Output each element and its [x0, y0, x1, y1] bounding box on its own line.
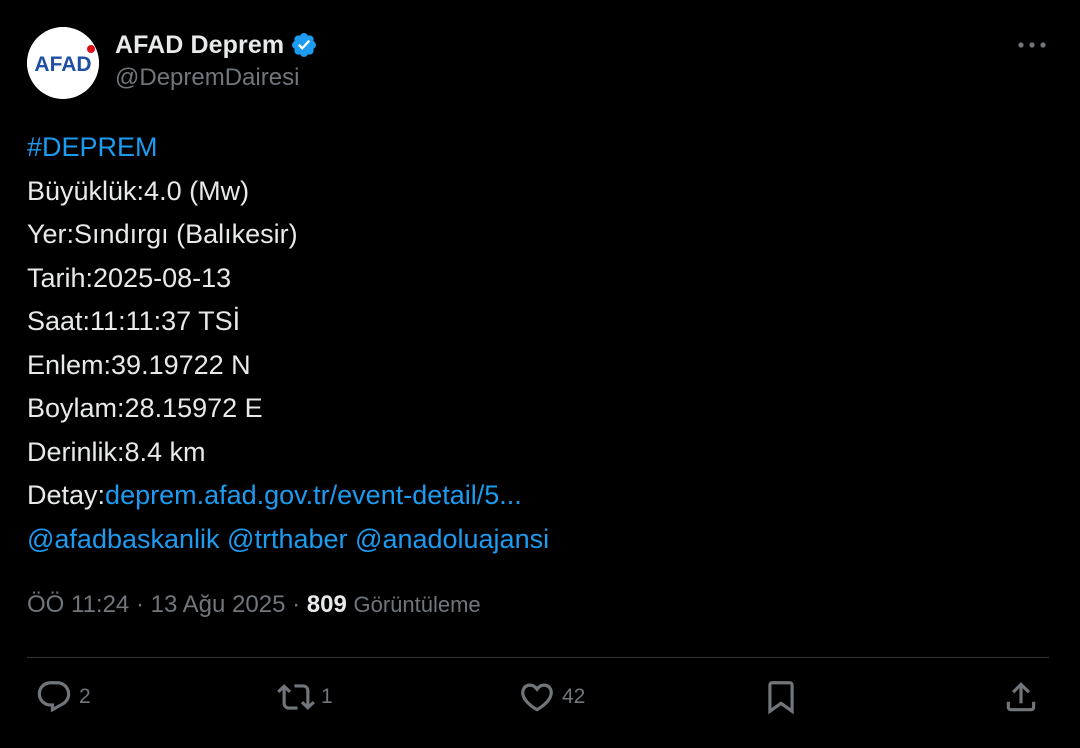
magnitude-line: Büyüklük:4.0 (Mw)	[27, 175, 250, 206]
like-button[interactable]: 42	[518, 678, 585, 716]
verified-badge-icon[interactable]	[290, 31, 318, 59]
avatar[interactable]: AFAD	[27, 27, 99, 99]
mentions-line: @afadbaskanlik @trthaber @anadoluajansi	[27, 518, 1027, 562]
retweet-icon	[277, 684, 315, 710]
hashtag-link[interactable]: #DEPREM	[27, 132, 158, 162]
views-count: 809	[306, 591, 347, 618]
time-line: Saat:11:11:37 TSİ	[27, 306, 241, 336]
share-icon	[1006, 682, 1036, 712]
mention-link[interactable]: @trthaber	[227, 524, 347, 554]
user-handle[interactable]: @DepremDairesi	[115, 64, 318, 92]
tweet-text: #DEPREM Büyüklük:4.0 (Mw) Yer:Sındırgı (…	[27, 126, 1027, 561]
depth-line: Derinlik:8.4 km	[27, 436, 206, 467]
author-block: AFAD Deprem @DepremDairesi	[115, 28, 318, 92]
name-row: AFAD Deprem	[115, 28, 318, 62]
like-icon	[521, 683, 553, 712]
avatar-logo-text: AFAD	[34, 53, 91, 76]
reply-icon	[37, 681, 71, 713]
tweet-meta: ÖÖ 11:24 · 13 Ağu 2025 · 809 Görüntüleme	[27, 591, 481, 619]
latitude-line: Enlem:39.19722 N	[27, 349, 251, 380]
bookmark-button[interactable]	[762, 678, 800, 716]
share-button[interactable]	[1002, 678, 1040, 716]
reply-button[interactable]: 2	[35, 678, 91, 716]
detail-link[interactable]: deprem.afad.gov.tr/event-detail/5...	[105, 480, 522, 510]
more-icon	[1018, 42, 1046, 48]
longitude-line: Boylam:28.15972 E	[27, 393, 263, 423]
action-bar: 2 1 42	[0, 672, 1080, 732]
detail-line: Detay:deprem.afad.gov.tr/event-detail/5.…	[27, 474, 1027, 518]
mention-link[interactable]: @afadbaskanlik	[27, 524, 220, 554]
location-line: Yer:Sındırgı (Balıkesir)	[27, 219, 298, 249]
timestamp-link[interactable]: ÖÖ 11:24 · 13 Ağu 2025 ·	[27, 591, 307, 618]
display-name[interactable]: AFAD Deprem	[115, 31, 284, 60]
more-options-button[interactable]	[1012, 30, 1052, 60]
retweet-button[interactable]: 1	[277, 678, 333, 716]
like-count: 42	[562, 685, 586, 708]
tweet-card: AFAD AFAD Deprem @DepremDairesi #DEPREM …	[0, 0, 1080, 748]
divider	[27, 657, 1049, 658]
detail-label: Detay:	[27, 480, 106, 510]
reply-count: 2	[79, 685, 91, 708]
mention-link[interactable]: @anadoluajansi	[355, 524, 549, 554]
retweet-count: 1	[321, 685, 333, 708]
bookmark-icon	[768, 681, 794, 715]
date-line: Tarih:2025-08-13	[27, 262, 232, 293]
afad-logo: AFAD	[27, 27, 99, 99]
views-label: Görüntüleme	[353, 592, 481, 617]
